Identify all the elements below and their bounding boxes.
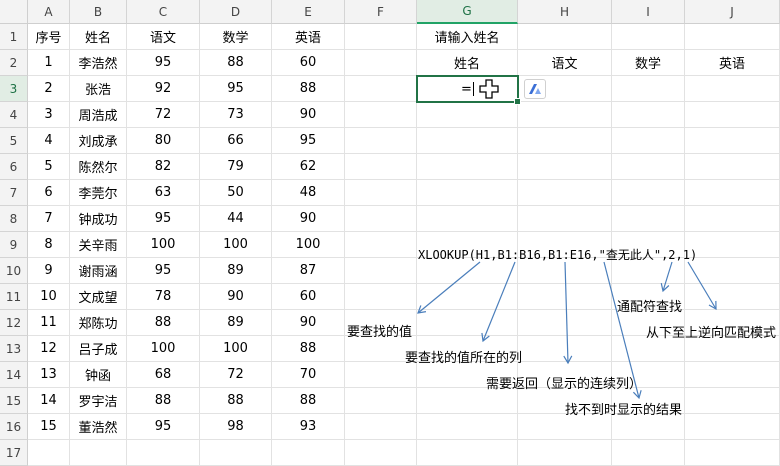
arrow-reverse-search [687,261,717,311]
arrow-lookup-array [481,261,516,343]
annotation-arrows [417,261,717,400]
arrow-return-array [563,261,573,365]
arrow-if-not-found [603,261,642,400]
arrow-lookup-value [417,261,481,314]
arrow-wildcard-match [660,261,673,293]
spreadsheet-grid: ABCDEFGHIJ 1 2 3 4 5 6 7 8 9 10 11 12 13 14 15 16 17 序号姓… [0,0,780,466]
